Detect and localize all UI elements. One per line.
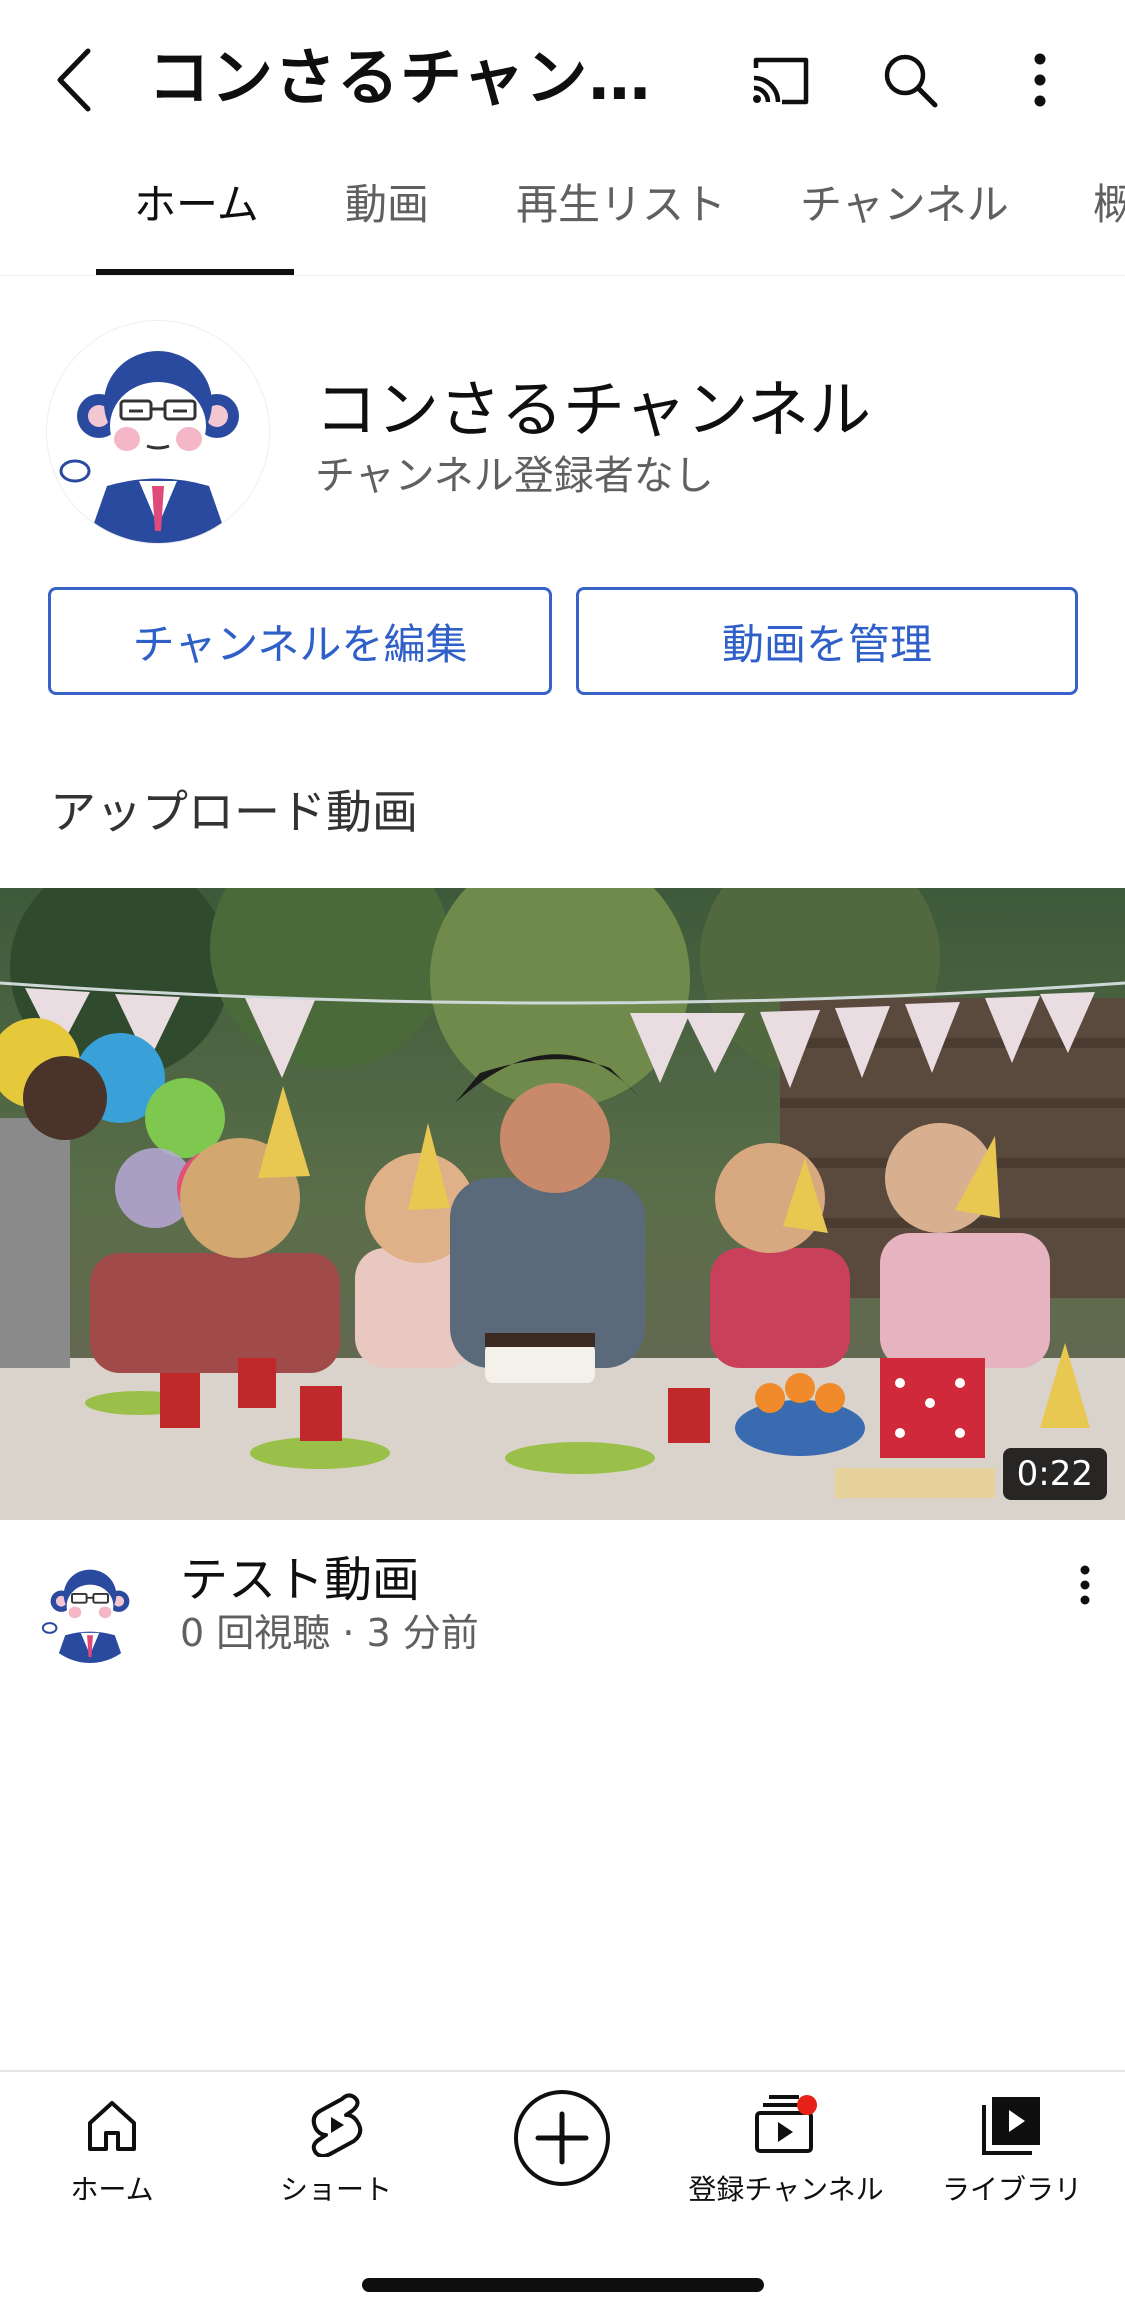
- cast-button[interactable]: [740, 40, 820, 120]
- video-thumbnail[interactable]: [0, 888, 1125, 1520]
- tab-home[interactable]: ホーム: [134, 175, 259, 235]
- page-title: コンさるチャン…: [148, 41, 652, 114]
- edit-channel-button[interactable]: チャンネルを編集: [48, 587, 552, 695]
- video-more-button[interactable]: [1060, 1555, 1110, 1615]
- nav-shorts-label: ショート: [279, 2173, 392, 2206]
- video-metadata: 0 回視聴 · 3 分前: [180, 1611, 479, 1655]
- library-icon: [982, 2097, 1040, 2155]
- search-icon: [884, 54, 938, 108]
- vertical-dots-icon: [1034, 53, 1046, 107]
- nav-subscriptions-label: 登録チャンネル: [688, 2173, 884, 2206]
- nav-subscriptions[interactable]: 登録チャンネル: [686, 2090, 886, 2208]
- monkey-mascot-icon: [47, 321, 269, 543]
- monkey-mascot-icon: [36, 1555, 144, 1663]
- party-scene-image: [0, 888, 1125, 1520]
- nav-library-label: ライブラリ: [941, 2173, 1082, 2206]
- subscriber-count: チャンネル登録者なし: [315, 453, 714, 499]
- create-button[interactable]: [512, 2088, 612, 2188]
- video-title[interactable]: テスト動画: [180, 1548, 420, 1612]
- video-duration-badge: 0:22: [1002, 1448, 1107, 1500]
- bottom-nav-divider: [0, 2070, 1125, 2072]
- nav-library[interactable]: ライブラリ: [912, 2090, 1112, 2208]
- tab-channels[interactable]: チャンネル: [800, 175, 1009, 235]
- uploads-heading: アップロード動画: [50, 785, 418, 839]
- more-options-button[interactable]: [1000, 40, 1080, 120]
- create-icon: [514, 2090, 610, 2186]
- home-icon: [88, 2101, 136, 2151]
- nav-shorts[interactable]: ショート: [236, 2090, 436, 2208]
- nav-home-label: ホーム: [70, 2173, 154, 2206]
- back-arrow-icon: [57, 48, 91, 112]
- vertical-dots-icon: [1080, 1565, 1090, 1605]
- search-button[interactable]: [870, 40, 950, 120]
- tabs-divider: [0, 275, 1125, 276]
- manage-videos-button[interactable]: 動画を管理: [576, 587, 1078, 695]
- nav-home[interactable]: ホーム: [12, 2090, 212, 2208]
- home-indicator[interactable]: [362, 2278, 764, 2292]
- channel-name: コンさるチャンネル: [315, 373, 872, 446]
- video-channel-avatar[interactable]: [36, 1555, 144, 1663]
- tab-playlists[interactable]: 再生リスト: [516, 175, 726, 235]
- back-button[interactable]: [40, 40, 110, 120]
- channel-avatar[interactable]: [46, 320, 270, 544]
- tab-about[interactable]: 概: [1093, 175, 1125, 235]
- cast-icon: [753, 57, 809, 105]
- shorts-icon: [311, 2093, 363, 2157]
- subscriptions-icon: [755, 2095, 817, 2153]
- tab-videos[interactable]: 動画: [345, 175, 429, 235]
